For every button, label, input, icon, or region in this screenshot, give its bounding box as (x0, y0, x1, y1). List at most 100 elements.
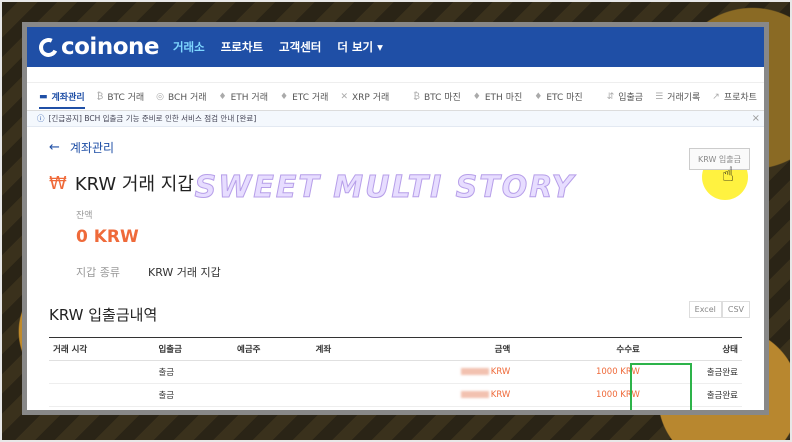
subnav-item-8[interactable]: ♦ ETH 마진 (472, 90, 522, 104)
main-nav: 거래소 프로차트 고객센터 더 보기 ▾ (173, 39, 383, 55)
balance-value: 0 KRW (76, 227, 139, 247)
subnav-item-label: 계좌관리 (51, 93, 85, 103)
cell-account (311, 383, 371, 407)
spacer (27, 67, 764, 83)
subnav-item-1[interactable]: ₿ BTC 거래 (97, 90, 145, 103)
wallet-title: ₩ KRW 거래 지갑 (49, 170, 742, 196)
wallet-icon: ▬ (39, 91, 48, 102)
subnav-item-label: 거래기록 (667, 93, 701, 103)
bch-icon: ◎ (156, 91, 165, 102)
cell-time (49, 383, 155, 407)
export-buttons: Excel CSV (688, 301, 750, 318)
subnav-item-7[interactable]: ₿ BTC 마진 (413, 90, 461, 103)
subnav-item-0[interactable]: ▬ 계좌관리 (39, 90, 85, 109)
eth-icon: ♦ (472, 91, 481, 102)
cell-type: 출금 (154, 383, 234, 407)
browser-window: coinone 거래소 프로차트 고객센터 더 보기 ▾ ▬ 계좌관리 ₿ BTC 거래 ◎ B… (22, 22, 769, 415)
secondary-nav: ▬ 계좌관리 ₿ BTC 거래 ◎ BCH 거래 ♦ ETH 거래 ♦ ETC 거래 ✕ XRP 거래… (27, 83, 764, 111)
info-icon: ⓘ (37, 114, 45, 123)
back-label: 계좌관리 (69, 141, 115, 155)
cell-type: 출금 (154, 406, 234, 410)
coinone-logo[interactable]: coinone (36, 34, 159, 60)
cell-amount: KRW (370, 406, 515, 415)
etc-icon: ♦ (534, 91, 543, 102)
coinone-logo-icon (36, 34, 61, 60)
subnav-item-label: ETC 마진 (546, 93, 583, 103)
subnav-item-11[interactable]: ⇵ 입출금 (606, 90, 644, 104)
amount-unit: KRW (491, 413, 511, 415)
table-body: 출금KRW1000 KRW출금완료출금KRW1000 KRW출금완료출금KRW1… (49, 360, 742, 415)
subnav-item-12[interactable]: ☰ 거래기록 (655, 90, 701, 104)
column-header: 거래 시각 (49, 337, 155, 361)
top-navigation-bar: coinone 거래소 프로차트 고객센터 더 보기 ▾ (27, 27, 764, 67)
nav-item-2[interactable]: 고객센터 (279, 39, 321, 55)
logo-text: coinone (61, 34, 159, 60)
btc-icon: ₿ (413, 92, 420, 102)
notice-text[interactable]: [긴급공지] BCH 입출금 기능 준비로 인한 서비스 점검 안내 [완료] (49, 113, 257, 124)
amount-unit: KRW (490, 390, 511, 400)
history-icon: ☰ (655, 91, 664, 102)
subnav-item-label: 프로차트 (723, 93, 757, 103)
csv-button[interactable]: CSV (721, 301, 750, 318)
wallet-type-value: KRW 거래 지갑 (148, 266, 221, 279)
column-header: 수수료 (514, 337, 644, 361)
cell-holder (233, 406, 312, 410)
cell-account (311, 360, 371, 384)
wallet-type-row: 지갑 종류 KRW 거래 지갑 (76, 264, 742, 280)
cell-time (49, 406, 155, 410)
column-header: 계좌 (311, 337, 371, 361)
cell-type: 출금 (154, 360, 234, 384)
cell-amount: KRW (370, 360, 515, 384)
cell-fee: 1000 KRW (514, 406, 644, 410)
redacted-amount (460, 391, 489, 398)
subnav-item-2[interactable]: ◎ BCH 거래 (156, 90, 206, 104)
column-header: 입출금 (154, 337, 234, 361)
history-title: KRW 입출금내역 (49, 306, 158, 324)
eth-icon: ♦ (218, 91, 227, 102)
nav-item-3[interactable]: 더 보기 ▾ (337, 39, 383, 55)
excel-button[interactable]: Excel (688, 301, 722, 318)
table-header-row: 거래 시각 입출금 예금주 계좌 금액 수수료 상태 (49, 337, 742, 361)
cell-fee: 1000 KRW (514, 360, 644, 384)
table-row[interactable]: 출금 KRW 1000 KRW출금완료 (49, 406, 742, 415)
subnav-item-9[interactable]: ♦ ETC 마진 (534, 90, 583, 104)
btc-icon: ₿ (96, 92, 104, 102)
cell-amount: KRW (370, 383, 515, 407)
subnav-item-13[interactable]: ↗ 프로차트 (712, 90, 757, 104)
subnav-item-label: ETH 거래 (230, 93, 268, 103)
amount-unit: KRW (490, 367, 511, 377)
cell-status: 출금완료 (643, 360, 742, 384)
subnav-item-3[interactable]: ♦ ETH 거래 (218, 90, 268, 104)
notice-bar: ⓘ [긴급공지] BCH 입출금 기능 준비로 인한 서비스 점검 안내 [완료… (27, 111, 764, 127)
nav-item-1[interactable]: 프로차트 (221, 39, 263, 55)
wallet-title-text: KRW 거래 지갑 (74, 174, 194, 195)
subnav-item-5[interactable]: ✕ XRP 거래 (340, 90, 390, 104)
table-row[interactable]: 출금 KRW1000 KRW출금완료 (49, 360, 742, 384)
nav-item-0[interactable]: 거래소 (173, 39, 205, 55)
subnav-item-label: 입출금 (618, 93, 644, 103)
table-row[interactable]: 출금 KRW 1000 KRW출금완료 (49, 383, 742, 407)
cell-status: 출금완료 (643, 406, 742, 410)
subnav-item-label: BTC 마진 (423, 93, 461, 103)
balance-label: 잔액 (76, 211, 93, 221)
column-header: 상태 (643, 337, 742, 361)
deposit-icon: ⇵ (606, 91, 615, 102)
close-icon[interactable]: × (752, 113, 760, 124)
back-arrow-icon: ← (49, 140, 60, 155)
cell-status: 출금완료 (643, 383, 742, 407)
history-table: 거래 시각 입출금 예금주 계좌 금액 수수료 상태 출금 KRW 1000 KRW 출금완료 출금… (49, 337, 742, 415)
subnav-item-label: XRP 거래 (351, 93, 390, 103)
back-link[interactable]: ← 계좌관리 (49, 139, 742, 156)
subnav-item-4[interactable]: ♦ ETC 거래 (279, 90, 329, 104)
krw-deposit-withdraw-button[interactable]: KRW 입출금 (689, 148, 750, 170)
won-currency-icon: ₩ (49, 172, 67, 194)
subnav-item-label: ETC 거래 (292, 93, 329, 103)
wallet-type-label: 지갑 종류 (76, 266, 120, 279)
etc-icon: ♦ (279, 91, 289, 102)
cell-account (311, 406, 371, 410)
column-header: 금액 (370, 337, 515, 361)
cell-time (49, 360, 155, 384)
redacted-amount (460, 368, 489, 375)
chart-icon: ↗ (712, 91, 720, 102)
column-header: 예금주 (233, 337, 312, 361)
